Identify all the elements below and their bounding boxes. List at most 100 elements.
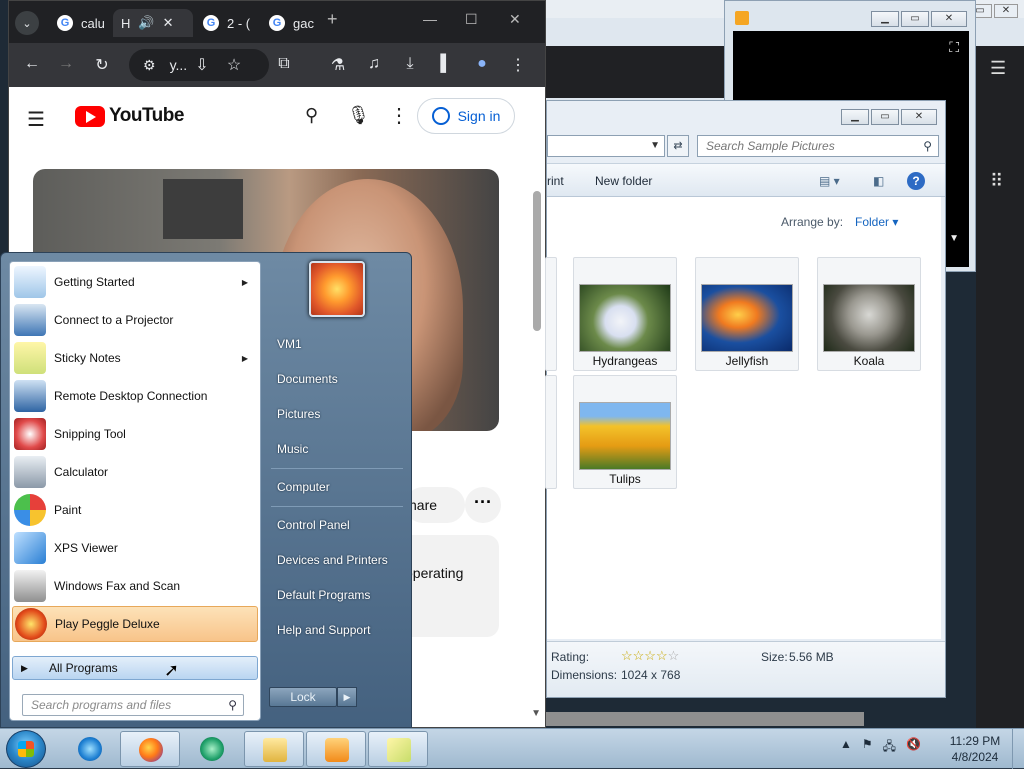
file-item-koala[interactable]: Koala: [817, 257, 921, 371]
search-icon[interactable]: ⚲: [305, 105, 318, 126]
program-snipping-tool[interactable]: Snipping Tool: [12, 416, 258, 452]
sign-in-button[interactable]: Sign in: [417, 98, 515, 134]
close-icon[interactable]: ✕: [994, 4, 1018, 18]
page-scrollbar-thumb[interactable]: [533, 191, 541, 331]
tab-search-chevron-icon[interactable]: ⌄: [15, 11, 39, 35]
chevron-down-icon[interactable]: ▼: [650, 140, 660, 151]
menu-icon[interactable]: ☰: [990, 58, 1006, 79]
arrange-by-dropdown[interactable]: Folder ▾: [855, 215, 898, 229]
program-xps-viewer[interactable]: XPS Viewer: [12, 530, 258, 566]
program-peggle-deluxe[interactable]: Play Peggle Deluxe: [12, 606, 258, 642]
taskbar-sticky-notes[interactable]: [368, 731, 428, 767]
lock-button[interactable]: Lock: [269, 687, 337, 707]
help-icon[interactable]: ?: [907, 172, 925, 190]
horizontal-scrollbar-thumb[interactable]: [546, 712, 864, 726]
taskbar-internet-explorer[interactable]: [60, 731, 120, 767]
maximize-icon[interactable]: ▭: [871, 109, 899, 125]
more-actions-button[interactable]: ···: [465, 487, 501, 523]
file-item-partial[interactable]: [545, 257, 557, 371]
kebab-menu-icon[interactable]: ⋮: [507, 55, 529, 75]
program-sticky-notes[interactable]: Sticky Notes ▶: [12, 340, 258, 376]
site-settings-icon[interactable]: ⚙: [143, 57, 156, 74]
back-arrow-icon[interactable]: ←: [21, 55, 43, 73]
tab-youtube[interactable]: H 🔊 ✕: [113, 9, 193, 37]
program-calculator[interactable]: Calculator: [12, 454, 258, 490]
start-item-user[interactable]: VM1: [277, 337, 302, 351]
program-getting-started[interactable]: Getting Started ▶: [12, 264, 258, 300]
tab-google-2[interactable]: G gac: [261, 9, 322, 37]
taskbar-app[interactable]: [182, 731, 242, 767]
reload-icon[interactable]: ↻: [91, 55, 113, 75]
all-programs-button[interactable]: ▶ All Programs: [12, 656, 258, 680]
start-item-help-support[interactable]: Help and Support: [277, 623, 370, 637]
start-item-control-panel[interactable]: Control Panel: [277, 518, 350, 532]
rating-stars[interactable]: ☆☆☆☆☆: [621, 648, 679, 664]
account-icon: [431, 107, 450, 125]
address-bar[interactable]: ▼: [547, 135, 665, 157]
taskbar-explorer[interactable]: [244, 731, 304, 767]
start-item-default-programs[interactable]: Default Programs: [277, 588, 370, 602]
file-item-jellyfish[interactable]: Jellyfish: [695, 257, 799, 371]
program-paint[interactable]: Paint: [12, 492, 258, 528]
bookmark-star-icon[interactable]: ☆: [223, 55, 245, 75]
start-item-pictures[interactable]: Pictures: [277, 407, 320, 421]
hamburger-menu-icon[interactable]: ☰: [27, 107, 45, 132]
profile-avatar-icon[interactable]: ●: [471, 55, 493, 73]
minimize-icon[interactable]: ▁: [871, 11, 899, 27]
change-view-icon[interactable]: ▤ ▾: [819, 174, 840, 188]
taskbar-media-player[interactable]: [306, 731, 366, 767]
file-item-hydrangeas[interactable]: Hydrangeas: [573, 257, 677, 371]
file-item-partial[interactable]: [545, 375, 557, 489]
apps-grid-icon[interactable]: ⠿: [990, 171, 1003, 192]
close-icon[interactable]: ✕: [509, 11, 521, 28]
show-desktop-button[interactable]: [1012, 729, 1024, 769]
download-icon[interactable]: ⤓: [399, 55, 421, 73]
install-app-icon[interactable]: ⇩: [191, 55, 213, 75]
start-item-music[interactable]: Music: [277, 442, 308, 456]
program-fax-scan[interactable]: Windows Fax and Scan: [12, 568, 258, 604]
search-input[interactable]: Search Sample Pictures ⚲: [697, 135, 939, 157]
youtube-logo[interactable]: YouTube: [75, 105, 184, 127]
show-hidden-icons-icon[interactable]: ▲: [840, 737, 852, 758]
close-icon[interactable]: ✕: [901, 109, 937, 125]
network-icon[interactable]: 🖧: [883, 737, 896, 758]
taskbar-firefox[interactable]: [120, 731, 180, 767]
maximize-icon[interactable]: ☐: [465, 11, 478, 28]
extensions-icon[interactable]: ⧉: [273, 55, 295, 73]
more-options-icon[interactable]: ⋮: [389, 103, 409, 128]
volume-muted-icon[interactable]: 🔇: [906, 737, 921, 758]
minimize-icon[interactable]: ▁: [841, 109, 869, 125]
close-icon[interactable]: ✕: [163, 15, 174, 31]
scroll-down-arrow-icon[interactable]: ▼: [531, 708, 541, 719]
start-search-input[interactable]: Search programs and files ⚲: [22, 694, 244, 716]
clock[interactable]: 11:29 PM 4/8/2024: [940, 733, 1010, 765]
side-panel-icon[interactable]: ▌: [435, 55, 457, 73]
tab-calculator[interactable]: G calu: [49, 9, 113, 37]
new-tab-button[interactable]: +: [327, 9, 338, 30]
start-item-documents[interactable]: Documents: [277, 372, 338, 386]
program-remote-desktop[interactable]: Remote Desktop Connection: [12, 378, 258, 414]
file-item-tulips[interactable]: Tulips: [573, 375, 677, 489]
share-button[interactable]: hare: [405, 487, 465, 523]
start-item-devices-printers[interactable]: Devices and Printers: [277, 553, 388, 567]
tab-google[interactable]: G 2 - (: [195, 9, 258, 37]
action-center-flag-icon[interactable]: ⚑: [862, 737, 873, 758]
fullscreen-icon[interactable]: ⛶: [949, 39, 959, 56]
new-folder-button[interactable]: New folder: [595, 174, 652, 188]
labs-flask-icon[interactable]: ⚗: [327, 55, 349, 75]
start-item-computer[interactable]: Computer: [277, 480, 330, 494]
minimize-icon[interactable]: —: [423, 11, 437, 27]
dropdown-arrow-icon[interactable]: ▼: [949, 233, 959, 244]
shutdown-options-arrow-icon[interactable]: ▶: [337, 687, 357, 707]
start-button[interactable]: [6, 730, 46, 768]
user-picture[interactable]: [309, 261, 365, 317]
microphone-icon[interactable]: 🎙: [347, 105, 370, 126]
close-icon[interactable]: ✕: [931, 11, 967, 27]
forward-arrow-icon[interactable]: →: [55, 55, 77, 73]
refresh-icon[interactable]: ⇄: [667, 135, 689, 157]
print-button[interactable]: rint: [547, 174, 564, 188]
preview-pane-icon[interactable]: ◧: [873, 174, 884, 188]
program-connect-projector[interactable]: Connect to a Projector: [12, 302, 258, 338]
maximize-icon[interactable]: ▭: [901, 11, 929, 27]
media-controls-icon[interactable]: ♫: [363, 55, 385, 73]
